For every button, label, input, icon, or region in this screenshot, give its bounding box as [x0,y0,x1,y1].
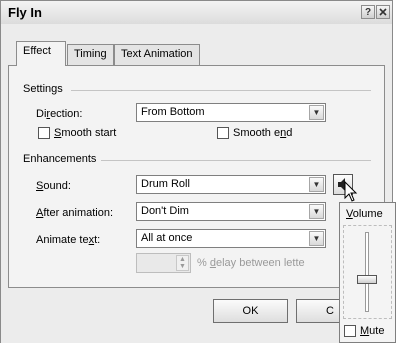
mouse-cursor-icon [344,181,358,202]
delay-spinner: ▲ ▼ [136,253,191,273]
volume-slider-track [365,232,369,312]
chevron-down-icon[interactable]: ▼ [309,231,324,246]
dialog-title: Fly In [8,5,42,20]
volume-slider[interactable] [343,225,392,319]
fly-in-dialog: Fly In ? Effect Timing Text Animation Se… [0,0,393,343]
direction-value: From Bottom [141,106,205,118]
effect-panel: Settings Direction: From Bottom ▼ Smooth… [8,65,385,288]
settings-divider [71,90,371,91]
direction-label: Direction: [36,108,83,120]
tab-effect[interactable]: Effect [16,41,66,66]
sound-select[interactable]: Drum Roll ▼ [136,175,326,194]
animate-text-value: All at once [141,232,193,244]
smooth-start-checkbox[interactable] [38,127,50,139]
smooth-end-checkbox[interactable] [217,127,229,139]
animate-text-label: Animate text: [36,234,101,246]
chevron-down-icon[interactable]: ▼ [309,204,324,219]
sound-label: Sound: [36,180,71,192]
close-button[interactable] [376,5,390,19]
volume-label: Volume [346,208,383,220]
settings-group-label: Settings [23,83,63,95]
mute-checkbox[interactable] [344,325,356,337]
title-bar: Fly In ? [1,1,392,24]
spinner-arrows-icon: ▲ ▼ [176,255,189,271]
chevron-down-icon[interactable]: ▼ [309,177,324,192]
smooth-start-label: Smooth start [54,127,117,139]
tab-timing[interactable]: Timing [67,44,114,65]
volume-popup: Volume Mute [339,202,396,343]
enhancements-divider [101,160,371,161]
smooth-end-label: Smooth end [233,127,293,139]
chevron-down-icon[interactable]: ▼ [309,105,324,120]
help-button[interactable]: ? [361,5,375,19]
after-animation-select[interactable]: Don't Dim ▼ [136,202,326,221]
direction-select[interactable]: From Bottom ▼ [136,103,326,122]
enhancements-group-label: Enhancements [23,153,97,165]
close-icon [379,8,387,16]
tab-text-animation[interactable]: Text Animation [114,44,200,65]
mute-label: Mute [360,325,385,337]
volume-slider-thumb[interactable] [357,275,377,284]
after-animation-value: Don't Dim [141,205,189,217]
sound-value: Drum Roll [141,178,190,190]
ok-button[interactable]: OK [213,299,288,323]
delay-label: % delay between lette [197,257,305,269]
after-animation-label: After animation: [36,207,114,219]
animate-text-select[interactable]: All at once ▼ [136,229,326,248]
